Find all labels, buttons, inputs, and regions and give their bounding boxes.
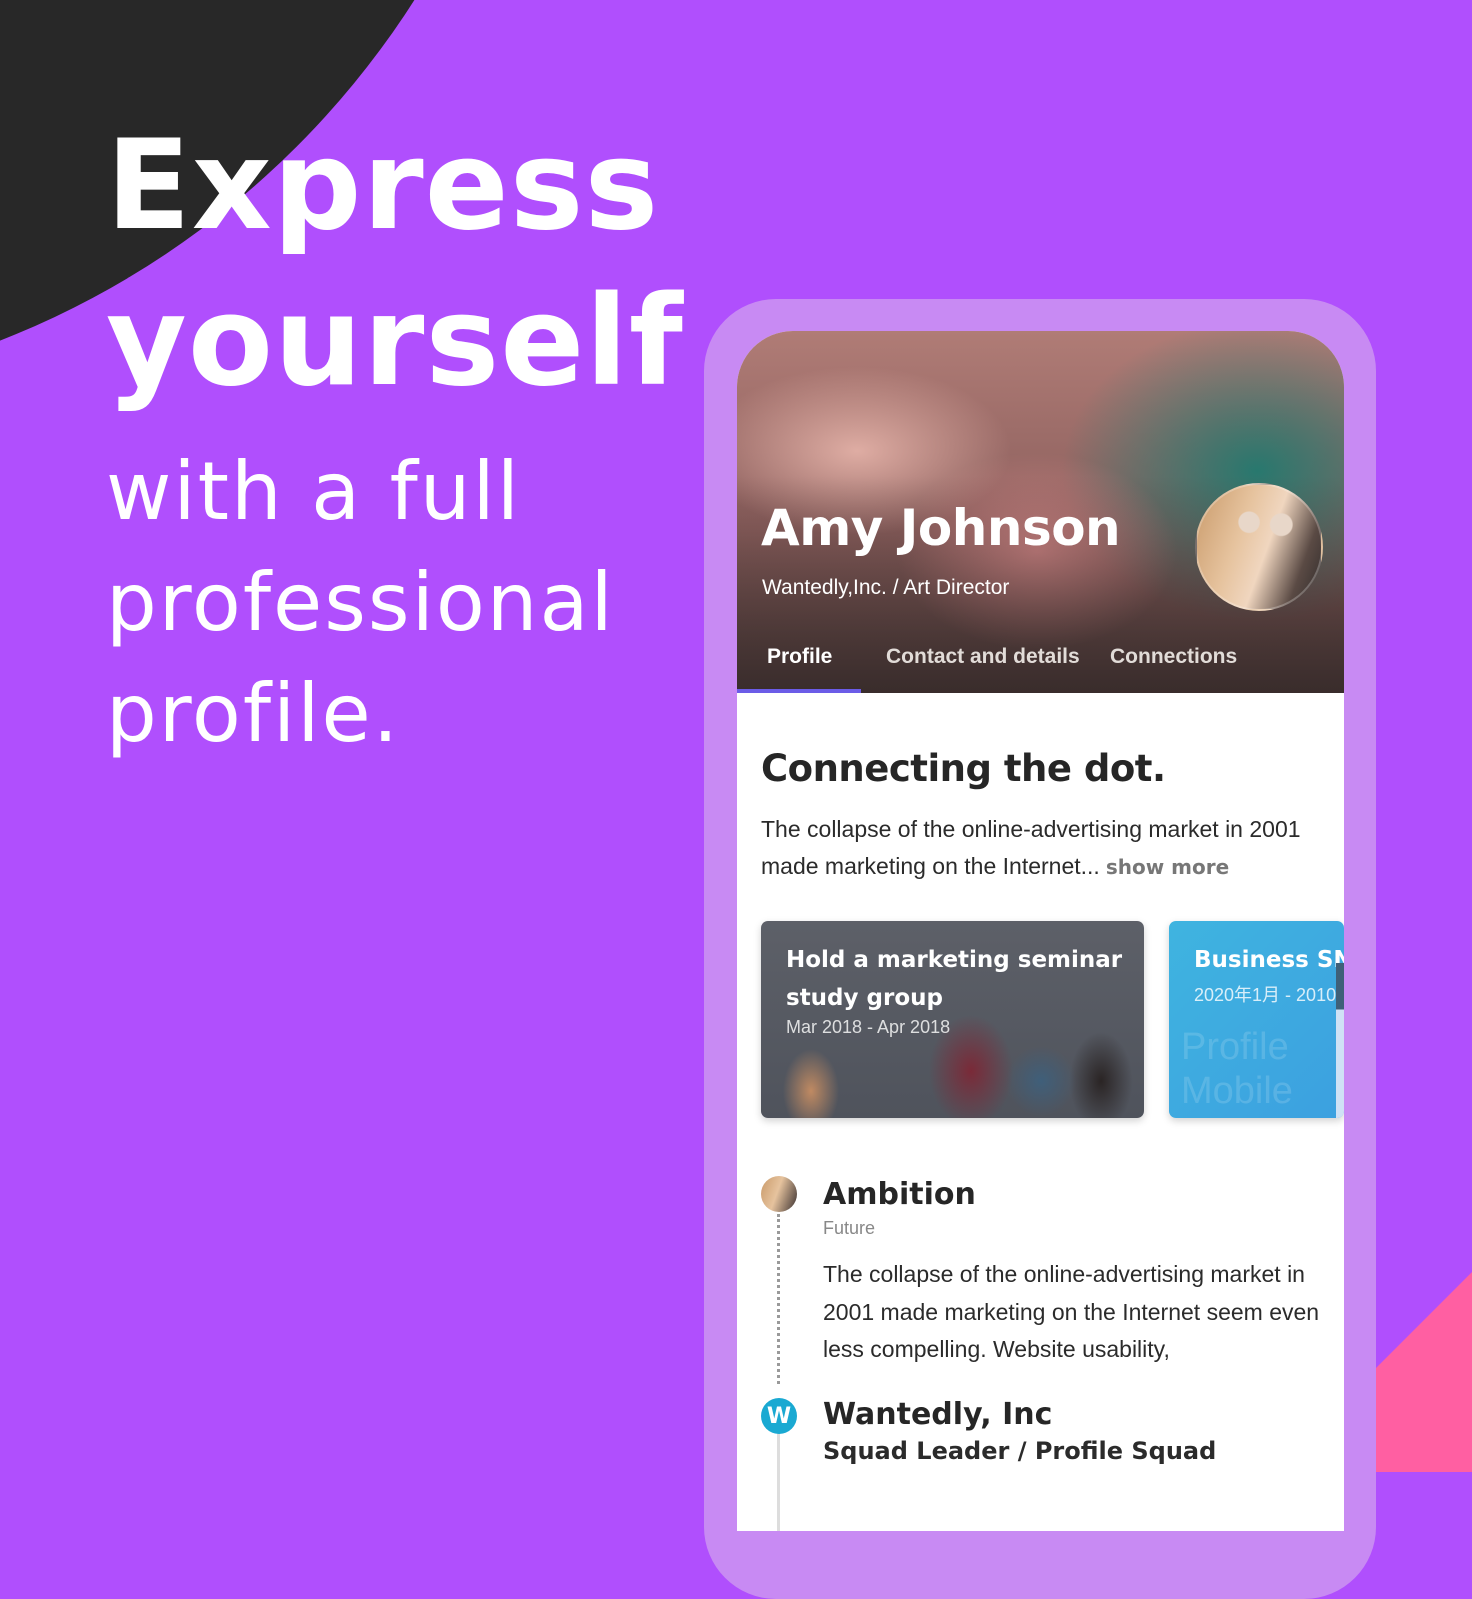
user-avatar-icon[interactable] xyxy=(1195,483,1323,611)
timeline-solid-line xyxy=(777,1431,780,1531)
timeline-body: The collapse of the online-advertising m… xyxy=(823,1261,1320,1362)
timeline-title: Ambition xyxy=(823,1177,976,1212)
card-title: Business SN xyxy=(1194,947,1344,973)
card-watermark: Profile Mobile xyxy=(1181,1026,1293,1112)
project-card[interactable]: Hold a marketing seminar study group Mar… xyxy=(761,921,1144,1118)
hero-subline: with a full professional profile. xyxy=(106,436,615,769)
profile-name: Amy Johnson xyxy=(761,499,1121,557)
profile-company-title: Wantedly,Inc. / Art Director xyxy=(762,576,1010,599)
timeline-role: Squad Leader / Profile Squad xyxy=(823,1437,1217,1465)
active-tab-indicator xyxy=(737,689,861,693)
card-date: 2020年1月 - 2010 xyxy=(1194,985,1337,1005)
logo-glyph: W xyxy=(766,1403,792,1429)
card-peek-image xyxy=(1336,963,1344,1118)
show-more-link[interactable]: show more xyxy=(1106,855,1229,879)
headline-line: yourself xyxy=(106,270,684,414)
tab-connections[interactable]: Connections xyxy=(1110,645,1237,669)
timeline-title: Wantedly, Inc xyxy=(823,1397,1053,1432)
project-card[interactable]: Business SN 2020年1月 - 2010 Profile Mobil… xyxy=(1169,921,1344,1118)
subline-line: profile. xyxy=(106,667,401,760)
phone-screen: Amy Johnson Wantedly,Inc. / Art Director… xyxy=(737,331,1344,1531)
about-body: The collapse of the online-advertising m… xyxy=(761,811,1331,886)
card-title: Hold a marketing seminar study group xyxy=(786,947,1123,1011)
wantedly-logo-icon: W xyxy=(761,1398,797,1434)
subline-line: professional xyxy=(106,556,615,649)
card-date: Mar 2018 - Apr 2018 xyxy=(786,1017,951,1037)
timeline-subtitle: Future xyxy=(823,1218,876,1238)
timeline-dotted-line xyxy=(777,1214,780,1384)
hero-headline: Express yourself xyxy=(106,108,684,420)
tab-profile[interactable]: Profile xyxy=(767,645,832,669)
subline-line: with a full xyxy=(106,445,521,538)
tab-contact-and-details[interactable]: Contact and details xyxy=(886,645,1080,669)
user-avatar-icon xyxy=(761,1176,797,1212)
about-title: Connecting the dot. xyxy=(761,747,1166,790)
profile-tabs: Profile Contact and details Connections xyxy=(737,635,1344,693)
headline-line: Express xyxy=(106,114,660,258)
